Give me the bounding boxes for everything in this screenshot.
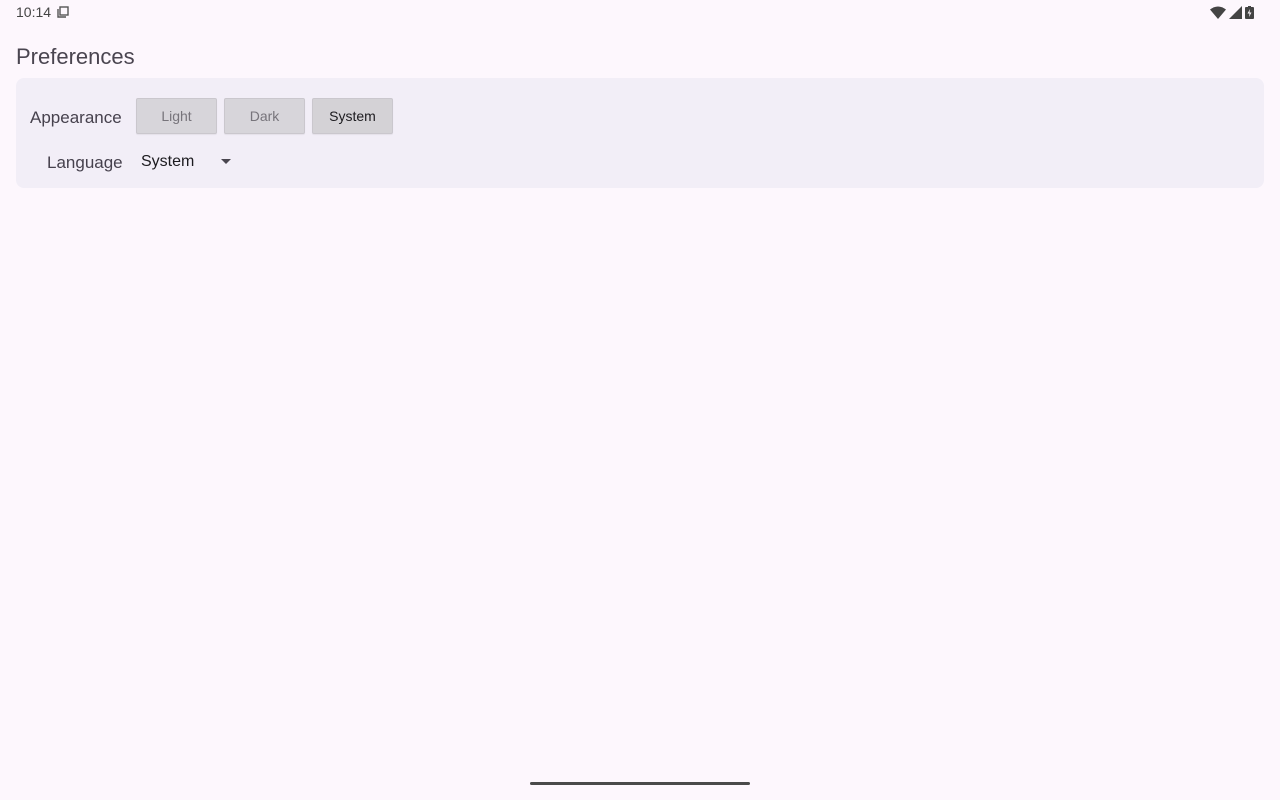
status-icons: [1210, 5, 1254, 19]
language-selected-value: System: [141, 153, 195, 170]
page-title: Preferences: [16, 44, 135, 69]
language-label: Language: [47, 153, 123, 172]
appearance-light-button[interactable]: Light: [136, 98, 217, 134]
appearance-label: Appearance: [30, 108, 122, 127]
appearance-system-button[interactable]: System: [312, 98, 393, 134]
home-indicator[interactable]: [530, 782, 750, 785]
wifi-icon: [1210, 6, 1226, 19]
cellular-signal-icon: [1229, 5, 1242, 19]
status-time: 10:14: [16, 4, 52, 20]
language-dropdown[interactable]: System: [141, 144, 241, 180]
appearance-dark-button[interactable]: Dark: [224, 98, 305, 134]
battery-charging-icon: [1245, 5, 1254, 19]
status-bar: 10:14: [0, 0, 1280, 24]
screen-icon: [57, 6, 69, 18]
dropdown-arrow-icon: [221, 159, 231, 164]
preferences-card: Appearance Light Dark System Language Sy…: [16, 78, 1264, 188]
